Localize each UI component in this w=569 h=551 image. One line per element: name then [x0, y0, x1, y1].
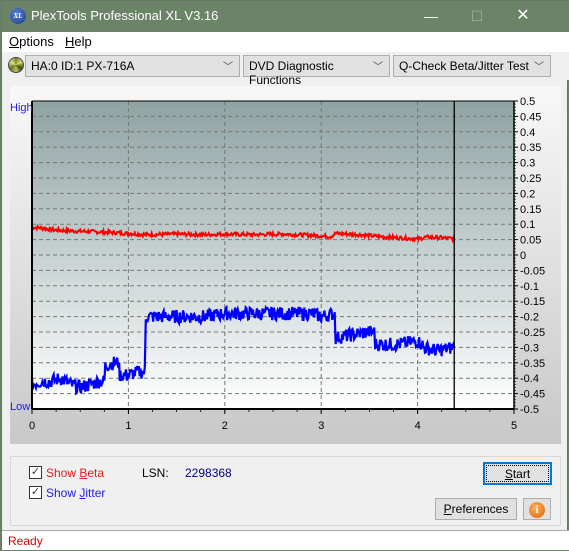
chevron-down-icon: ﹀ — [534, 62, 544, 73]
maximize-button[interactable]: ☐ — [454, 1, 500, 31]
beta-jitter-chart: 0.5 0.45 0.4 0.35 0.3 0.25 0.2 0.15 0.1 0.05 0 -0.0… — [10, 96, 545, 432]
lsn-label: LSN: — [142, 466, 169, 480]
preferences-button[interactable]: Preferences — [435, 498, 517, 520]
disc-drive-icon — [8, 57, 24, 73]
status-text: Ready — [8, 534, 43, 548]
start-label: tart — [512, 467, 531, 481]
drive-select[interactable]: HA:0 ID:1 PX-716A ﹀ — [25, 55, 240, 77]
minimize-button[interactable]: — — [408, 1, 454, 31]
y-tick-label: 0.4 — [520, 127, 535, 139]
y-tick-label: -0.45 — [520, 389, 545, 401]
app-window: XL PlexTools Professional XL V3.16 — ☐ ✕… — [1, 0, 569, 550]
info-button[interactable]: i — [523, 498, 551, 520]
show-jitter-text: Show — [46, 486, 80, 500]
low-label: Low — [10, 401, 30, 413]
drive-select-value: HA:0 ID:1 PX-716A — [31, 59, 135, 73]
chevron-down-icon: ﹀ — [373, 62, 383, 73]
y-tick-label: -0.25 — [520, 327, 545, 339]
y-tick-label: 0.5 — [520, 96, 535, 108]
y-tick-label: 0.35 — [520, 142, 541, 154]
y-tick-label: 0.15 — [520, 204, 541, 216]
menu-options[interactable]: Options — [9, 34, 54, 49]
menu-help-accel: H — [65, 34, 75, 49]
x-tick-label: 4 — [415, 420, 421, 432]
lsn-value: 2298368 — [185, 466, 232, 480]
y-tick-label: -0.4 — [520, 373, 539, 385]
y-tick-label: -0.5 — [520, 404, 539, 416]
title-bar: XL PlexTools Professional XL V3.16 — ☐ ✕ — [2, 1, 569, 32]
show-beta-checkbox[interactable]: ✓ — [29, 466, 42, 479]
info-icon: i — [529, 502, 545, 518]
y-tick-label: 0.05 — [520, 235, 541, 247]
y-tick-label: 0.1 — [520, 219, 535, 231]
window-title: PlexTools Professional XL V3.16 — [31, 8, 219, 23]
chevron-down-icon: ﹀ — [223, 62, 233, 73]
toolbar: HA:0 ID:1 PX-716A ﹀ DVD Diagnostic Funct… — [2, 52, 569, 87]
function-select[interactable]: DVD Diagnostic Functions ﹀ — [243, 55, 390, 87]
y-tick-label: -0.1 — [520, 281, 539, 293]
close-button[interactable]: ✕ — [500, 1, 546, 31]
y-tick-label: 0.3 — [520, 158, 535, 170]
menu-bar: Options Help — [2, 32, 569, 52]
high-label: High — [10, 102, 33, 114]
show-beta-label[interactable]: Show Beta — [46, 466, 104, 480]
y-tick-label: -0.2 — [520, 312, 539, 324]
x-tick-label: 2 — [222, 420, 228, 432]
x-tick-label: 5 — [511, 420, 517, 432]
y-tick-label: -0.15 — [520, 296, 545, 308]
show-jitter-checkbox[interactable]: ✓ — [29, 486, 42, 499]
status-bar: Ready — [2, 530, 569, 550]
show-jitter-label[interactable]: Show Jitter — [46, 486, 105, 500]
show-beta-text-end: eta — [87, 466, 105, 480]
chart-panel: 0.5 0.45 0.4 0.35 0.3 0.25 0.2 0.15 0.1 0.05 0 -0.0… — [10, 86, 561, 444]
start-accel: S — [504, 467, 513, 481]
x-tick-label: 0 — [29, 420, 35, 432]
preferences-label: references — [451, 502, 509, 516]
y-tick-label: -0.35 — [520, 358, 545, 370]
y-tick-label: 0 — [520, 250, 526, 262]
show-jitter-text-end: itter — [85, 486, 106, 500]
controls-panel: ✓ Show Beta ✓ Show Jitter LSN: 2298368 S… — [10, 456, 561, 526]
preferences-accel: P — [443, 502, 452, 516]
menu-help-label: elp — [74, 34, 92, 49]
show-beta-text: Show — [46, 466, 80, 480]
x-tick-label: 1 — [125, 420, 131, 432]
test-select-value: Q-Check Beta/Jitter Test — [399, 59, 529, 73]
y-tick-label: -0.05 — [520, 265, 545, 277]
test-select[interactable]: Q-Check Beta/Jitter Test ﹀ — [393, 55, 551, 77]
menu-options-label: ptions — [19, 34, 54, 49]
y-tick-label: 0.45 — [520, 111, 541, 123]
menu-help[interactable]: Help — [65, 34, 92, 49]
app-logo-icon: XL — [10, 8, 26, 24]
y-tick-label: 0.2 — [520, 188, 535, 200]
x-tick-label: 3 — [318, 420, 324, 432]
function-select-value: DVD Diagnostic Functions — [249, 59, 334, 87]
menu-options-accel: O — [9, 34, 20, 49]
y-tick-label: -0.3 — [520, 342, 539, 354]
y-tick-label: 0.25 — [520, 173, 541, 185]
start-button[interactable]: Start — [483, 462, 552, 485]
